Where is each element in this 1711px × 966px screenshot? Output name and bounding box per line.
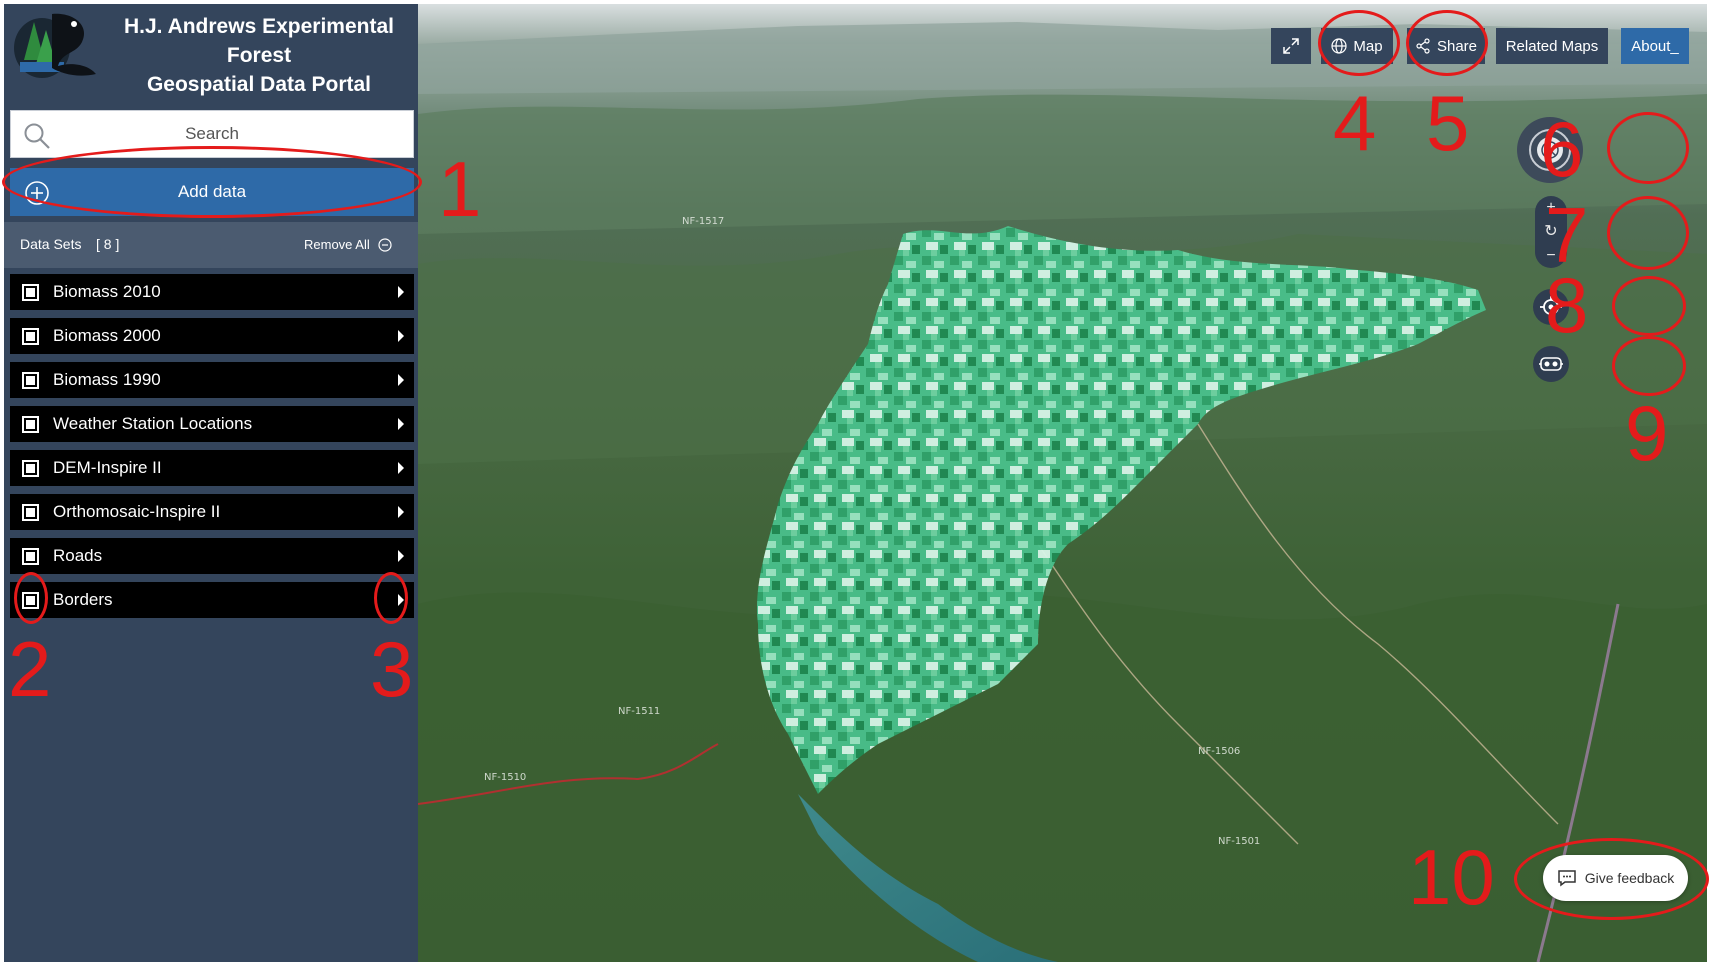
search-icon	[24, 123, 50, 149]
page-title: H.J. Andrews Experimental Forest Geospat…	[104, 12, 414, 99]
expand-arrow-icon[interactable]	[398, 418, 404, 430]
layer-item[interactable]: DEM-Inspire II	[10, 450, 414, 486]
layer-checkbox[interactable]	[22, 416, 39, 433]
datasets-header: Data Sets [ 8 ] Remove All	[4, 222, 418, 268]
expand-arrow-icon[interactable]	[398, 374, 404, 386]
compass-icon	[1529, 129, 1571, 171]
expand-arrow-icon[interactable]	[398, 550, 404, 562]
layer-name: Biomass 2000	[53, 326, 161, 345]
search-box	[10, 110, 414, 158]
add-data-label: Add data	[177, 182, 247, 201]
layer-checkbox[interactable]	[22, 548, 39, 565]
plus-circle-icon	[25, 181, 49, 205]
fullscreen-button[interactable]	[1271, 28, 1311, 64]
give-feedback-button[interactable]: Give feedback	[1543, 855, 1688, 901]
minus-circle-icon	[378, 237, 392, 252]
layer-item[interactable]: Biomass 2010	[10, 274, 414, 310]
remove-all-label: Remove All	[304, 237, 370, 252]
layer-name: Roads	[53, 546, 103, 565]
search-input[interactable]	[11, 124, 413, 144]
globe-icon	[1331, 38, 1348, 54]
layer-item[interactable]: Orthomosaic-Inspire II	[10, 494, 414, 530]
map-button[interactable]: Map	[1321, 28, 1393, 64]
datasets-label: Data Sets	[20, 236, 82, 252]
map-road-label: NF-1510	[484, 772, 527, 783]
layer-checkbox[interactable]	[22, 592, 39, 609]
related-maps-label: Related Maps	[1505, 37, 1599, 55]
locate-button[interactable]	[1533, 289, 1569, 325]
title-line-1: H.J. Andrews Experimental Forest	[124, 15, 394, 67]
layer-item[interactable]: Borders	[10, 582, 414, 618]
brand-header: H.J. Andrews Experimental Forest Geospat…	[4, 4, 418, 104]
layer-name: DEM-Inspire II	[53, 458, 162, 477]
zoom-out-button[interactable]: −	[1546, 246, 1555, 266]
forest-logo	[14, 13, 96, 78]
share-button-label: Share	[1436, 37, 1478, 55]
about-label: About_	[1631, 37, 1679, 55]
layer-name: Weather Station Locations	[53, 414, 253, 433]
layer-checkbox[interactable]	[22, 504, 39, 521]
map-road-label: NF-1501	[1218, 836, 1261, 847]
about-button[interactable]: About_	[1621, 28, 1689, 64]
expand-arrow-icon[interactable]	[398, 286, 404, 298]
remove-all-button[interactable]: Remove All	[304, 237, 392, 252]
map-road-label: NF-1517	[682, 216, 725, 227]
reset-view-button[interactable]: ↻	[1544, 222, 1557, 242]
layer-checkbox[interactable]	[22, 284, 39, 301]
title-line-2: Geospatial Data Portal	[146, 73, 372, 96]
add-data-button[interactable]: Add data	[10, 168, 414, 216]
datasets-count: [ 8 ]	[96, 236, 120, 252]
chat-icon	[1558, 870, 1576, 887]
share-button[interactable]: Share	[1407, 28, 1485, 64]
map-view[interactable]: NF-1517 NF-1510 NF-1501 NF-1506 NF-1511 …	[418, 4, 1707, 962]
layer-name: Biomass 2010	[53, 282, 161, 301]
layer-name: Biomass 1990	[53, 370, 161, 389]
vr-headset-icon	[1539, 357, 1563, 371]
layer-item[interactable]: Biomass 1990	[10, 362, 414, 398]
share-icon	[1416, 38, 1430, 54]
zoom-controls: + ↻ −	[1535, 196, 1567, 268]
map-button-label: Map	[1353, 37, 1383, 55]
layer-name: Orthomosaic-Inspire II	[53, 502, 221, 521]
expand-arrow-icon[interactable]	[398, 330, 404, 342]
layer-checkbox[interactable]	[22, 372, 39, 389]
layer-checkbox[interactable]	[22, 328, 39, 345]
expand-arrow-icon[interactable]	[398, 594, 404, 606]
layer-list: Biomass 2010 Biomass 2000 Biomass 1990 W…	[10, 274, 414, 626]
map-road-label: NF-1506	[1198, 746, 1241, 757]
map-road-label: NF-1511	[618, 706, 661, 717]
expand-arrow-icon[interactable]	[398, 462, 404, 474]
layer-item[interactable]: Biomass 2000	[10, 318, 414, 354]
expand-icon	[1283, 38, 1299, 54]
related-maps-button[interactable]: Related Maps	[1496, 28, 1608, 64]
zoom-in-button[interactable]: +	[1546, 198, 1555, 218]
expand-arrow-icon[interactable]	[398, 506, 404, 518]
crosshair-icon	[1540, 296, 1562, 318]
layer-name: Borders	[53, 590, 113, 609]
layer-checkbox[interactable]	[22, 460, 39, 477]
sidebar: H.J. Andrews Experimental Forest Geospat…	[4, 4, 418, 962]
terrain-scene	[418, 4, 1707, 962]
give-feedback-label: Give feedback	[1584, 870, 1675, 886]
layer-item[interactable]: Roads	[10, 538, 414, 574]
layer-item[interactable]: Weather Station Locations	[10, 406, 414, 442]
vr-button[interactable]	[1533, 346, 1569, 382]
compass-button[interactable]	[1517, 117, 1583, 183]
